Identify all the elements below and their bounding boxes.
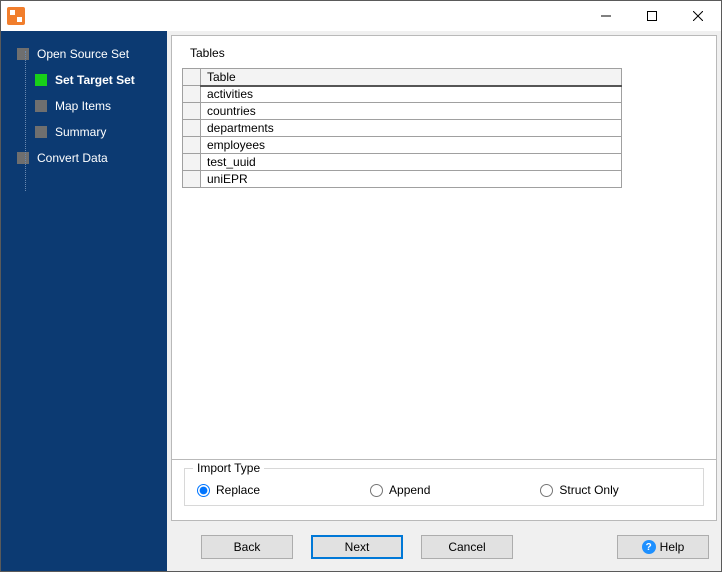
import-type-legend: Import Type bbox=[193, 461, 264, 475]
minimize-button[interactable] bbox=[583, 1, 629, 31]
import-type-radio-replace[interactable] bbox=[197, 484, 210, 497]
panel-title: Tables bbox=[182, 46, 706, 60]
sidebar: Open Source Set Set Target Set Map Items Su… bbox=[1, 31, 167, 571]
row-header-cell bbox=[183, 137, 201, 154]
button-bar: Back Next Cancel ? Help bbox=[167, 525, 721, 571]
row-header-cell bbox=[183, 120, 201, 137]
import-type-radio-struct[interactable] bbox=[540, 484, 553, 497]
step-marker-icon bbox=[17, 152, 29, 164]
cancel-button[interactable]: Cancel bbox=[421, 535, 513, 559]
import-type-label: Struct Only bbox=[559, 483, 618, 497]
table-row[interactable]: employees bbox=[183, 137, 622, 154]
step-marker-icon bbox=[17, 48, 29, 60]
next-button[interactable]: Next bbox=[311, 535, 403, 559]
row-header-cell bbox=[183, 154, 201, 171]
table-cell[interactable]: employees bbox=[201, 137, 622, 154]
import-type-label: Replace bbox=[216, 483, 260, 497]
import-type-replace[interactable]: Replace bbox=[197, 483, 260, 497]
step-label: Open Source Set bbox=[37, 47, 129, 61]
import-type-label: Append bbox=[389, 483, 430, 497]
back-button[interactable]: Back bbox=[201, 535, 293, 559]
help-button[interactable]: ? Help bbox=[617, 535, 709, 559]
row-header-cell bbox=[183, 171, 201, 188]
maximize-button[interactable] bbox=[629, 1, 675, 31]
table-cell[interactable]: departments bbox=[201, 120, 622, 137]
import-type-panel: Import Type Replace Append Struct Only bbox=[171, 460, 717, 521]
table-row[interactable]: test_uuid bbox=[183, 154, 622, 171]
table-cell[interactable]: activities bbox=[201, 86, 622, 103]
window-buttons bbox=[583, 1, 721, 31]
row-header-cell bbox=[183, 103, 201, 120]
import-type-append[interactable]: Append bbox=[370, 483, 430, 497]
wizard-window: Open Source Set Set Target Set Map Items Su… bbox=[0, 0, 722, 572]
corner-cell bbox=[183, 69, 201, 86]
step-label: Summary bbox=[55, 125, 106, 139]
main-area: Tables Table activitiescountriesdepartme… bbox=[167, 31, 721, 571]
step-label: Map Items bbox=[55, 99, 111, 113]
table-cell[interactable]: uniEPR bbox=[201, 171, 622, 188]
step-marker-icon bbox=[35, 100, 47, 112]
table-row[interactable]: activities bbox=[183, 86, 622, 103]
row-header-cell bbox=[183, 86, 201, 103]
step-marker-icon bbox=[35, 74, 47, 86]
table-row[interactable]: uniEPR bbox=[183, 171, 622, 188]
step-label: Set Target Set bbox=[55, 73, 135, 87]
import-type-struct[interactable]: Struct Only bbox=[540, 483, 618, 497]
help-button-label: Help bbox=[660, 540, 685, 554]
app-icon bbox=[7, 7, 25, 25]
table-column-header[interactable]: Table bbox=[201, 69, 622, 86]
body: Open Source Set Set Target Set Map Items Su… bbox=[1, 31, 721, 571]
titlebar bbox=[1, 1, 721, 31]
help-icon: ? bbox=[642, 540, 656, 554]
table-row[interactable]: countries bbox=[183, 103, 622, 120]
tree-connector bbox=[25, 51, 26, 191]
step-label: Convert Data bbox=[37, 151, 108, 165]
table-cell[interactable]: test_uuid bbox=[201, 154, 622, 171]
close-button[interactable] bbox=[675, 1, 721, 31]
table-cell[interactable]: countries bbox=[201, 103, 622, 120]
import-type-radio-append[interactable] bbox=[370, 484, 383, 497]
step-marker-icon bbox=[35, 126, 47, 138]
table-row[interactable]: departments bbox=[183, 120, 622, 137]
tables-panel: Tables Table activitiescountriesdepartme… bbox=[171, 35, 717, 460]
tables-grid[interactable]: Table activitiescountriesdepartmentsempl… bbox=[182, 68, 622, 188]
